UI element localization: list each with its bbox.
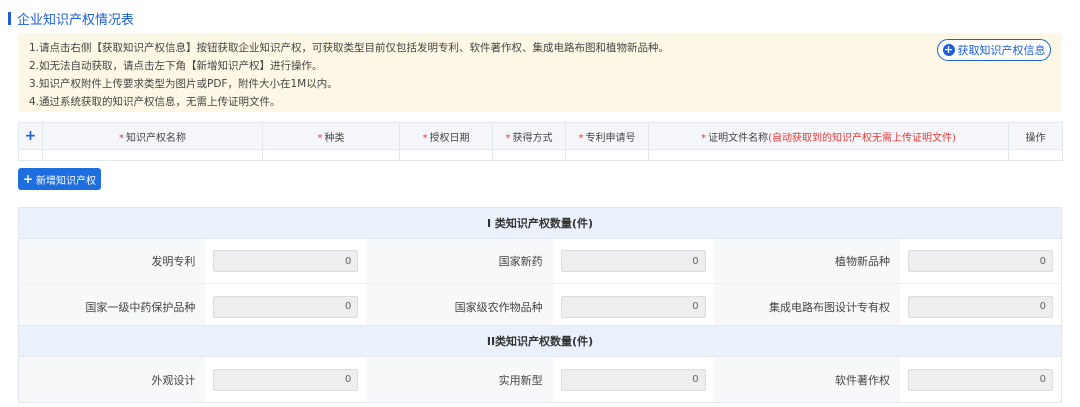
- col-patent-no: * 专利申请号: [565, 122, 649, 150]
- col-type: * 种类: [262, 122, 400, 150]
- table-header-row: + * 知识产权名称 * 种类 * 授权日期 * 获得方式 * 专利申请号 * 证明文件名称…: [18, 122, 1063, 150]
- ic-layout-count-input[interactable]: [907, 295, 1053, 318]
- ip-table: + * 知识产权名称 * 种类 * 授权日期 * 获得方式 * 专利申请号 * 证明文件名称…: [18, 122, 1063, 161]
- plant-variety-count-input[interactable]: [907, 250, 1053, 272]
- notice-line-3: 3.知识产权附件上传要求类型为图片或PDF，附件大小在1M以内。: [29, 78, 338, 90]
- plus-circle-icon: +: [942, 43, 955, 56]
- field-label: 实用新型: [366, 357, 553, 402]
- col-acquire-method: * 获得方式: [492, 122, 566, 150]
- table-empty-row: [18, 149, 1063, 161]
- plus-icon[interactable]: +: [25, 128, 37, 144]
- notice-line-2: 2.如无法自动获取，请点击左下角【新增知识产权】进行操作。: [29, 60, 323, 72]
- col-ip-name: * 知识产权名称: [42, 122, 263, 150]
- col-proof-file: * 证明文件名称(自动获取到的知识产权无需上传证明文件): [648, 122, 1009, 150]
- notice-line-1: 1.请点击右侧【获取知识产权信息】按钮获取企业知识产权，可获取类型目前仅包括发明…: [29, 42, 670, 54]
- col-type-label: 种类: [324, 132, 345, 144]
- class1-row: 发明专利 国家新药 植物新品种: [19, 239, 1061, 284]
- notice-line-4: 4.通过系统获取的知识产权信息，无需上传证明文件。: [29, 96, 281, 108]
- title-accent-bar: [8, 11, 11, 25]
- field-label: 发明专利: [19, 239, 206, 283]
- invention-patent-count-input[interactable]: [213, 250, 359, 272]
- col-ops-label: 操作: [1025, 132, 1046, 144]
- field-label: 国家一级中药保护品种: [19, 284, 206, 329]
- utility-model-count-input[interactable]: [560, 368, 706, 391]
- field-label: 植物新品种: [713, 239, 900, 283]
- field-label: 集成电路布图设计专有权: [713, 284, 900, 329]
- required-mark: *: [317, 132, 323, 144]
- class1-block: I 类知识产权数量(件) 发明专利 国家新药 植物新品种 国家一级中药保护品种 …: [18, 207, 1062, 330]
- class2-title: II类知识产权数量(件): [19, 326, 1061, 357]
- tcm-protected-count-input[interactable]: [213, 295, 359, 318]
- fetch-ip-info-label: 获取知识产权信息: [957, 44, 1046, 57]
- required-mark: *: [119, 132, 124, 144]
- section-title: 企业知识产权情况表: [8, 9, 135, 28]
- add-ip-button[interactable]: + 新增知识产权: [18, 168, 101, 190]
- col-ip-name-label: 知识产权名称: [126, 132, 186, 144]
- crop-variety-count-input[interactable]: [560, 295, 706, 318]
- add-ip-label: 新增知识产权: [36, 175, 97, 187]
- software-copyright-count-input[interactable]: [907, 368, 1053, 391]
- col-ops: 操作: [1008, 122, 1063, 150]
- col-patent-no-label: 专利申请号: [585, 132, 636, 144]
- required-mark: *: [701, 132, 707, 144]
- class1-title: I 类知识产权数量(件): [19, 208, 1061, 239]
- col-proof-file-label: 证明文件名称: [708, 132, 769, 144]
- design-patent-count-input[interactable]: [213, 368, 359, 391]
- col-grant-date-label: 授权日期: [429, 132, 470, 144]
- field-label: 国家新药: [366, 239, 553, 283]
- notice-panel: 1.请点击右侧【获取知识产权信息】按钮获取企业知识产权，可获取类型目前仅包括发明…: [18, 33, 1062, 112]
- required-mark: *: [578, 132, 584, 144]
- national-new-drug-count-input[interactable]: [560, 250, 706, 272]
- class1-row: 国家一级中药保护品种 国家级农作物品种 集成电路布图设计专有权: [19, 284, 1061, 329]
- plus-icon: +: [22, 172, 34, 186]
- col-grant-date: * 授权日期: [399, 122, 493, 150]
- col-acquire-method-label: 获得方式: [512, 132, 553, 144]
- required-mark: *: [422, 132, 428, 144]
- field-label: 国家级农作物品种: [366, 284, 553, 329]
- field-label: 外观设计: [19, 357, 206, 402]
- field-label: 软件著作权: [713, 357, 900, 402]
- class2-block: II类知识产权数量(件) 外观设计 实用新型 软件著作权: [18, 325, 1062, 403]
- page-title: 企业知识产权情况表: [17, 12, 135, 28]
- fetch-ip-info-button[interactable]: + 获取知识产权信息: [937, 39, 1051, 61]
- required-mark: *: [505, 132, 511, 144]
- add-row-cell[interactable]: +: [18, 122, 43, 150]
- class2-row: 外观设计 实用新型 软件著作权: [19, 357, 1061, 402]
- proof-file-note: (自动获取到的知识产权无需上传证明文件): [768, 132, 956, 144]
